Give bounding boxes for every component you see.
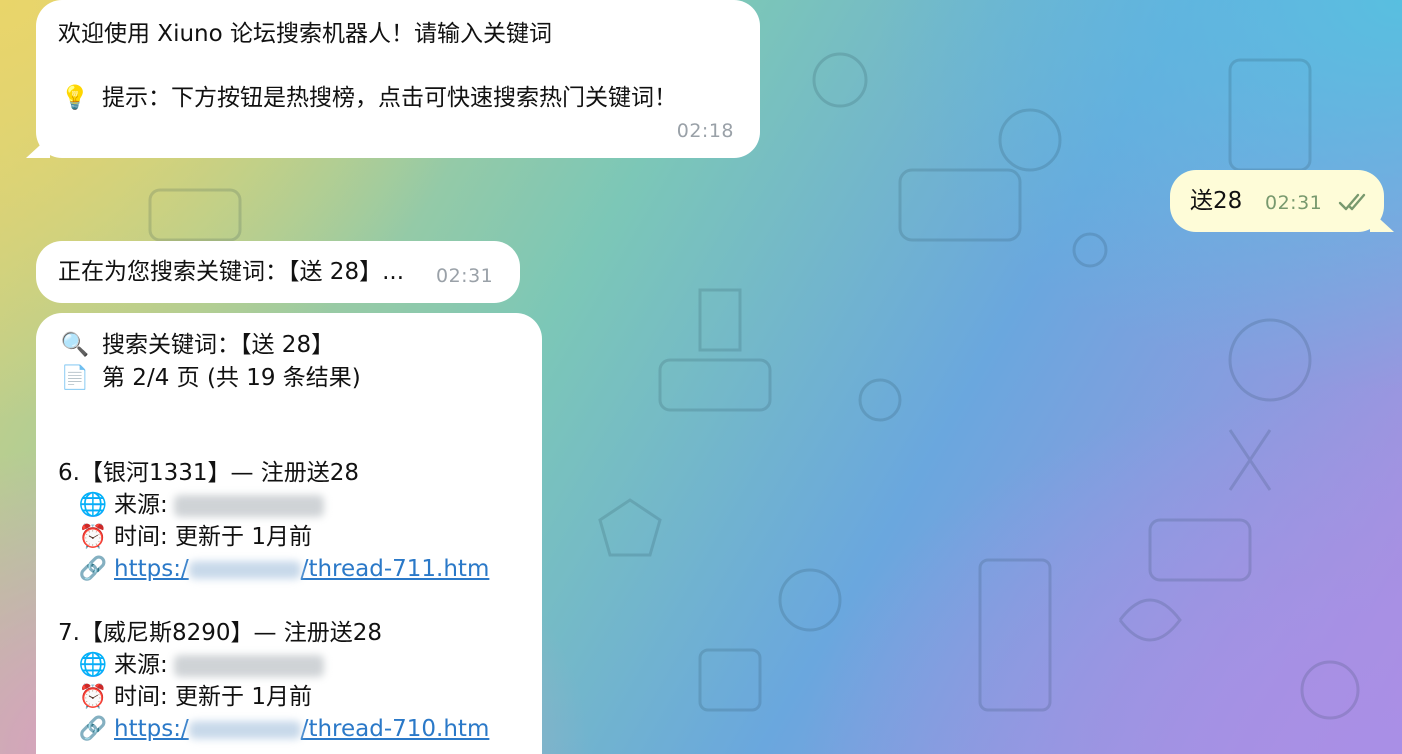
results-message-bubble: 🔍 搜索关键词：【送 28】 📄 第 2/4 页 (共 19 条结果) 6.【银河1…: [36, 313, 542, 754]
user-message-bubble: 送28 02:31: [1170, 170, 1384, 232]
searching-message-bubble: 正在为您搜索关键词：【送 28】... 02:31: [36, 241, 520, 303]
link-icon: 🔗: [78, 556, 108, 582]
link-prefix: https:/: [114, 716, 189, 742]
redacted-domain: [188, 720, 301, 739]
search-icon: 🔍: [60, 332, 90, 358]
globe-icon: 🌐: [78, 492, 108, 518]
tip-line: 💡 提示：下方按钮是热搜榜，点击可快速搜索热门关键词！: [58, 82, 677, 114]
document-icon: 📄: [60, 365, 90, 391]
user-message-timestamp: 02:31: [1265, 192, 1323, 214]
redacted-source: [173, 494, 324, 517]
welcome-message-bubble: 欢迎使用 Xiuno 论坛搜索机器人！请输入关键词 💡 提示：下方按钮是热搜榜，点…: [36, 0, 760, 158]
result-link-row: 🔗 https:/ /thread-710.htm: [58, 713, 490, 745]
keyword-line: 🔍 搜索关键词：【送 28】: [58, 329, 334, 361]
result-item: 6.【银河1331】— 注册送28 🌐 来源: ⏰ 时间: 更新于 1月前 🔗 htt…: [58, 457, 489, 585]
user-message-text: 送28: [1190, 188, 1243, 214]
link-prefix: https:/: [114, 556, 189, 582]
alarm-clock-icon: ⏰: [78, 524, 108, 550]
result-source: 🌐 来源:: [58, 649, 489, 681]
keyword-text: 搜索关键词：【送 28】: [102, 332, 335, 358]
source-label: 来源:: [114, 492, 168, 518]
chat-background: 欢迎使用 Xiuno 论坛搜索机器人！请输入关键词 💡 提示：下方按钮是热搜榜，点…: [0, 0, 1402, 754]
page-info-text: 第 2/4 页 (共 19 条结果): [102, 365, 361, 391]
link-suffix: /thread-710.htm: [300, 716, 490, 742]
searching-timestamp: 02:31: [436, 265, 494, 287]
double-check-icon: [1338, 192, 1370, 216]
result-title: 7.【威尼斯8290】— 注册送28: [58, 620, 383, 646]
time-text: 时间: 更新于 1月前: [114, 684, 313, 710]
alarm-clock-icon: ⏰: [78, 684, 108, 710]
welcome-timestamp: 02:18: [676, 120, 734, 142]
redacted-domain: [188, 560, 301, 579]
lightbulb-icon: 💡: [60, 85, 90, 111]
result-link[interactable]: https:/ /thread-710.htm: [114, 716, 489, 742]
result-time: ⏰ 时间: 更新于 1月前: [58, 681, 489, 713]
result-link[interactable]: https:/ /thread-711.htm: [114, 556, 489, 582]
result-link-row: 🔗 https:/ /thread-711.htm: [58, 553, 490, 585]
result-title: 6.【银河1331】— 注册送28: [58, 460, 360, 486]
time-text: 时间: 更新于 1月前: [114, 524, 313, 550]
link-suffix: /thread-711.htm: [300, 556, 490, 582]
tip-text: 提示：下方按钮是热搜榜，点击可快速搜索热门关键词！: [102, 85, 677, 111]
globe-icon: 🌐: [78, 652, 108, 678]
redacted-source: [173, 654, 324, 677]
source-label: 来源:: [114, 652, 168, 678]
welcome-text: 欢迎使用 Xiuno 论坛搜索机器人！请输入关键词: [58, 21, 552, 47]
result-item: 7.【威尼斯8290】— 注册送28 🌐 来源: ⏰ 时间: 更新于 1月前 🔗 ht…: [58, 617, 489, 745]
result-time: ⏰ 时间: 更新于 1月前: [58, 521, 489, 553]
searching-text: 正在为您搜索关键词：【送 28】...: [58, 259, 405, 285]
link-icon: 🔗: [78, 716, 108, 742]
result-source: 🌐 来源:: [58, 489, 489, 521]
page-line: 📄 第 2/4 页 (共 19 条结果): [58, 362, 361, 394]
